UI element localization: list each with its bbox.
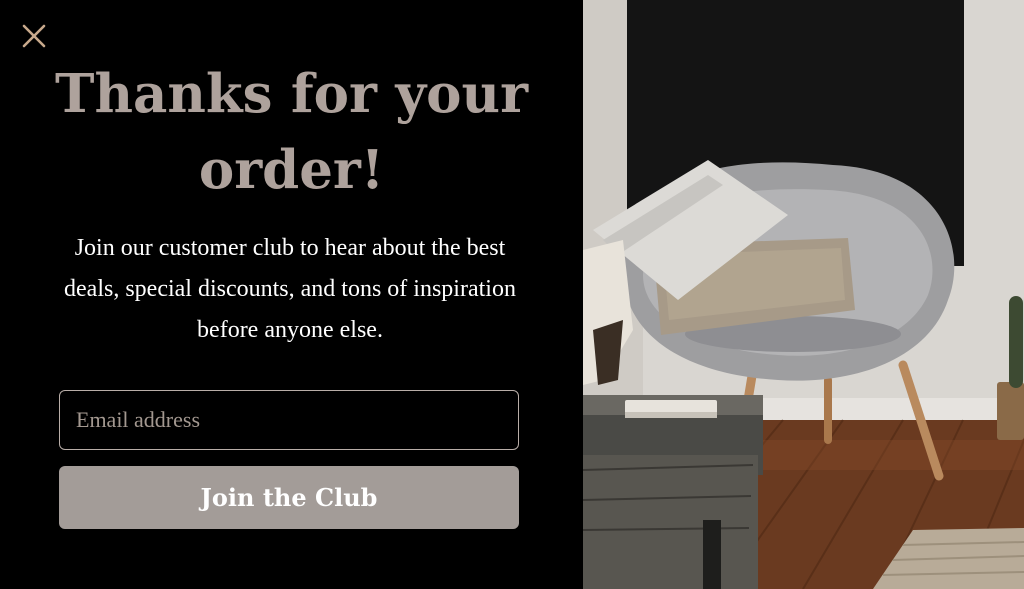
email-field[interactable]: [59, 390, 519, 450]
newsletter-popup: Thanks for your order! Join our customer…: [0, 0, 1024, 589]
popup-description: Join our customer club to hear about the…: [64, 235, 516, 343]
join-club-button[interactable]: Join the Club: [59, 466, 519, 529]
popup-content-panel: Thanks for your order! Join our customer…: [0, 0, 583, 589]
close-button[interactable]: [18, 20, 50, 52]
close-icon: [22, 24, 46, 48]
chair-photo: [583, 0, 1024, 589]
popup-headline: Thanks for your order!: [55, 63, 528, 201]
